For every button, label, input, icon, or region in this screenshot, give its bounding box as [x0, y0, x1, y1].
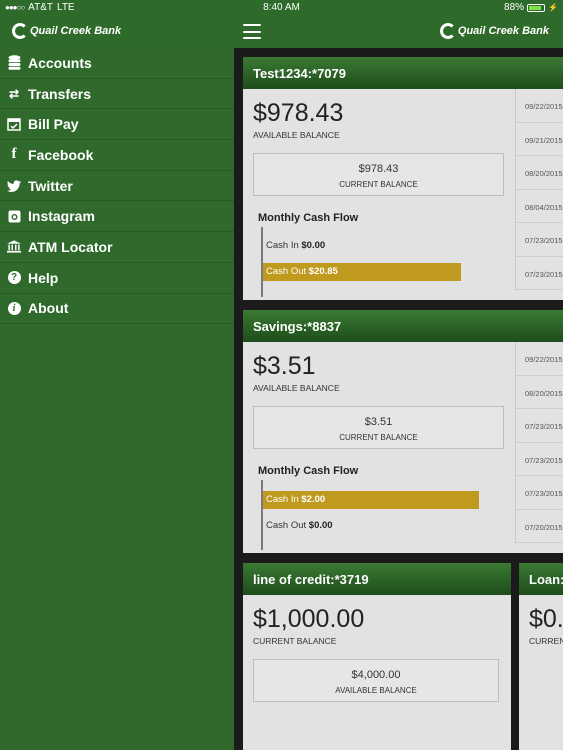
transaction-date[interactable]: 07/23/2015 — [516, 223, 563, 257]
current-balance-label: CURRENT BALANCE — [253, 636, 337, 646]
cash-in-amount: $0.00 — [301, 240, 326, 251]
sidebar-item-atm-locator[interactable]: ATM Locator — [0, 232, 234, 263]
cash-out-amount: $0.00 — [308, 520, 333, 531]
current-balance-box: $3.51 CURRENT BALANCE — [253, 406, 504, 449]
account-card-title: Savings:*8837 — [243, 310, 563, 342]
account-card-title: Test1234:*7079 — [243, 57, 563, 89]
current-balance-amount: $3.51 — [364, 416, 393, 428]
current-balance-label: CURRENT BALANCE — [339, 433, 418, 442]
current-balance-label: CURREN — [529, 636, 563, 646]
transaction-date-list[interactable]: 09/22/2015 08/20/2015 07/23/2015 07/23/2… — [515, 342, 563, 543]
transaction-date[interactable]: 08/20/2015 — [516, 156, 563, 190]
current-balance-box: $978.43 CURRENT BALANCE — [253, 153, 504, 196]
sidebar-item-about[interactable]: i About — [0, 294, 234, 325]
cash-in-amount: $2.00 — [301, 494, 326, 505]
hamburger-menu-button[interactable] — [243, 24, 261, 39]
info-icon: i — [7, 301, 21, 315]
transaction-date-list[interactable]: 09/22/2015 09/21/2015 08/20/2015 08/04/2… — [515, 89, 563, 290]
question-icon: ? — [7, 271, 21, 285]
charging-icon: ⚡ — [548, 3, 558, 12]
transfer-arrows-icon: ⇄ — [8, 86, 20, 101]
sidebar-item-help[interactable]: ? Help — [0, 263, 234, 294]
bank-logo-right: Quail Creek Bank — [439, 23, 549, 39]
transaction-date[interactable]: 07/23/2015 — [516, 409, 563, 443]
app-header: Quail Creek Bank Quail Creek Bank — [0, 16, 563, 48]
sidebar-item-bill-pay[interactable]: Bill Pay — [0, 109, 234, 141]
cash-out-bar: Cash Out $20.85 — [263, 263, 461, 281]
transaction-date[interactable]: 08/04/2015 — [516, 190, 563, 223]
bank-logo: Quail Creek Bank — [12, 23, 121, 39]
accounts-icon — [7, 55, 21, 71]
account-card-checking[interactable]: Test1234:*7079 $978.43 AVAILABLE BALANCE… — [243, 57, 563, 300]
available-balance-amount: $978.43 — [253, 99, 344, 127]
transaction-date[interactable]: 09/22/2015 — [516, 89, 563, 123]
instagram-icon — [7, 209, 21, 223]
transaction-date[interactable]: 09/22/2015 — [516, 342, 563, 376]
sidebar-item-instagram[interactable]: Instagram — [0, 201, 234, 233]
cash-in-bar: Cash In $2.00 — [263, 491, 479, 509]
facebook-icon: f — [11, 146, 17, 163]
account-card-title: Loan: — [519, 563, 563, 595]
transaction-date[interactable]: 07/20/2015 — [516, 510, 563, 543]
available-balance-amount: $4,000.00 — [351, 669, 401, 681]
transaction-date[interactable]: 08/20/2015 — [516, 376, 563, 409]
bank-building-icon — [7, 240, 21, 254]
clock: 8:40 AM — [263, 2, 300, 13]
transaction-date[interactable]: 09/21/2015 — [516, 123, 563, 156]
sidebar-item-transfers[interactable]: ⇄ Transfers — [0, 79, 234, 110]
current-balance-amount: $0. — [529, 605, 563, 633]
sidebar-item-facebook[interactable]: f Facebook — [0, 140, 234, 171]
available-balance-box: $4,000.00 AVAILABLE BALANCE — [253, 659, 499, 702]
available-balance-label: AVAILABLE BALANCE — [253, 130, 340, 140]
transaction-date[interactable]: 07/23/2015 — [516, 257, 563, 290]
current-balance-amount: $1,000.00 — [253, 605, 365, 633]
bank-logo-icon — [439, 23, 456, 39]
available-balance-amount: $3.51 — [253, 352, 316, 380]
calendar-check-icon — [7, 117, 21, 131]
bank-logo-icon — [12, 23, 28, 39]
current-balance-label: CURRENT BALANCE — [339, 180, 418, 189]
monthly-cash-flow-title: Monthly Cash Flow — [258, 212, 359, 224]
account-card-loan[interactable]: Loan: $0. CURREN — [519, 563, 563, 750]
cash-out-row: Cash Out $0.00 — [266, 520, 333, 531]
battery-percent: 88% — [504, 2, 525, 13]
available-balance-label: AVAILABLE BALANCE — [253, 383, 340, 393]
current-balance-amount: $978.43 — [358, 163, 399, 175]
status-bar: ●●●○○ AT&T LTE 8:40 AM 88% ⚡ — [0, 0, 563, 16]
accounts-overview: Test1234:*7079 $978.43 AVAILABLE BALANCE… — [234, 48, 563, 750]
account-card-line-of-credit[interactable]: line of credit:*3719 $1,000.00 CURRENT B… — [243, 563, 511, 750]
cash-out-amount: $20.85 — [308, 266, 338, 277]
sidebar-menu: Accounts ⇄ Transfers Bill Pay f Facebook… — [0, 48, 234, 750]
account-card-title: line of credit:*3719 — [243, 563, 511, 595]
cash-in-row: Cash In $0.00 — [266, 240, 326, 251]
sidebar-item-twitter[interactable]: Twitter — [0, 171, 234, 202]
account-card-savings[interactable]: Savings:*8837 $3.51 AVAILABLE BALANCE $3… — [243, 310, 563, 553]
sidebar-item-accounts[interactable]: Accounts — [0, 48, 234, 79]
monthly-cash-flow-title: Monthly Cash Flow — [258, 465, 359, 477]
battery-icon — [527, 3, 546, 12]
transaction-date[interactable]: 07/23/2015 — [516, 443, 563, 476]
available-balance-label: AVAILABLE BALANCE — [335, 686, 417, 695]
twitter-icon — [7, 179, 21, 193]
transaction-date[interactable]: 07/23/2015 — [516, 476, 563, 510]
